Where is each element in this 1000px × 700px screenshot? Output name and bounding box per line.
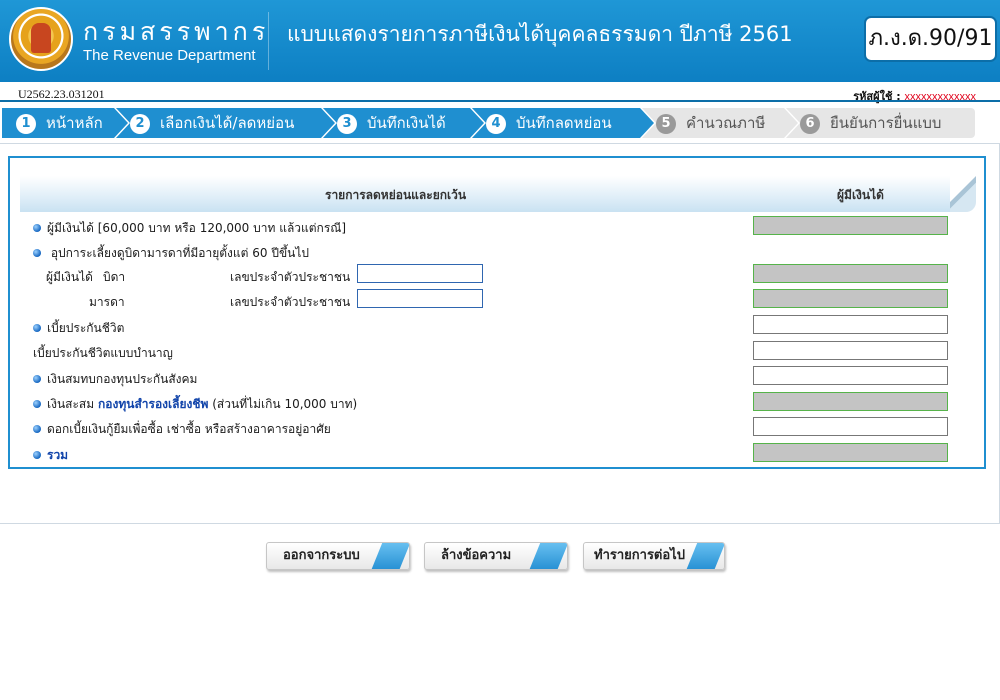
table-header <box>20 176 975 212</box>
bullet-icon <box>33 249 41 257</box>
row-personal-allowance: ผู้มีเงินได้ [60,000 บาท หรือ 120,000 บา… <box>33 219 346 238</box>
step-navigation: 1 หน้าหลัก 2 เลือกเงินได้/ลดหย่อน 3 บันทึกเ… <box>2 107 998 139</box>
row-housing-interest: ดอกเบี้ยเงินกู้ยืมเพื่อซื้อ เช่าซื้อ หรื… <box>33 420 331 439</box>
step-number-6: 6 <box>800 114 820 134</box>
user-id-line: รหัสผู้ใช้ : xxxxxxxxxxxxx <box>853 87 976 105</box>
step-label-4: บันทึกลดหย่อน <box>516 114 612 132</box>
father-support-amount <box>753 264 948 283</box>
bullet-icon <box>33 224 41 232</box>
step-number-5: 5 <box>656 114 676 134</box>
mother-id-input[interactable] <box>357 289 483 308</box>
next-button[interactable]: ทำรายการต่อไป <box>583 542 725 570</box>
form-title: แบบแสดงรายการภาษีเงินได้บุคคลธรรมดา ปีภา… <box>287 22 793 46</box>
header-divider <box>268 12 269 70</box>
step-number-3: 3 <box>337 114 357 134</box>
logout-button-label: ออกจากระบบ <box>283 548 360 563</box>
row-label-housing-interest: ดอกเบี้ยเงินกู้ยืมเพื่อซื้อ เช่าซื้อ หรื… <box>47 422 331 436</box>
social-security-input[interactable] <box>753 366 948 385</box>
total-amount <box>753 443 948 462</box>
row-parent-support: อุปการะเลี้ยงดูบิดามารดาที่มีอายุตั้งแต่… <box>33 244 309 263</box>
row-label-personal: ผู้มีเงินได้ [60,000 บาท หรือ 120,000 บา… <box>47 221 347 235</box>
step-label-3: บันทึกเงินได้ <box>367 114 446 132</box>
header-page-curl <box>950 172 976 212</box>
step-label-2: เลือกเงินได้/ลดหย่อน <box>160 114 295 132</box>
mother-support-amount <box>753 289 948 308</box>
housing-interest-input[interactable] <box>753 417 948 436</box>
step-6-confirm-filing[interactable]: 6 ยืนยันการยื่นแบบ <box>786 108 975 138</box>
payer-prefix-label: ผู้มีเงินได้ <box>46 270 93 284</box>
row-life-insurance: เบี้ยประกันชีวิต <box>33 319 124 338</box>
next-button-label: ทำรายการต่อไป <box>594 548 685 563</box>
form-code-badge: ภ.ง.ด.90/91 <box>864 16 997 62</box>
father-id-label: เลขประจำตัวประชาชน <box>230 270 351 284</box>
row-social-security: เงินสมทบกองทุนประกันสังคม <box>33 370 197 389</box>
clear-button-label: ล้างข้อความ <box>441 548 512 563</box>
provident-fund-amount <box>753 392 948 411</box>
row-label-life-insurance: เบี้ยประกันชีวิต <box>47 321 125 335</box>
step-number-4: 4 <box>486 114 506 134</box>
revenue-department-logo <box>9 7 73 71</box>
step-3-record-income[interactable]: 3 บันทึกเงินได้ <box>323 107 486 139</box>
step-label-6: ยืนยันการยื่นแบบ <box>830 114 942 132</box>
personal-allowance-amount <box>753 216 948 235</box>
step-2-select-income[interactable]: 2 เลือกเงินได้/ลดหย่อน <box>116 107 337 139</box>
bullet-icon <box>33 324 41 332</box>
top-divider <box>0 100 1000 102</box>
brand-name-thai: กรมสรรพากร <box>83 17 270 46</box>
step-1-home[interactable]: 1 หน้าหลัก <box>2 107 130 139</box>
clear-button[interactable]: ล้างข้อความ <box>424 542 568 570</box>
row-label-parents: อุปการะเลี้ยงดูบิดามารดาที่มีอายุตั้งแต่… <box>50 246 310 260</box>
bullet-icon <box>33 375 41 383</box>
step-label-1: หน้าหลัก <box>46 114 103 132</box>
provident-fund-label: กองทุนสำรองเลี้ยงชีพ <box>98 397 209 411</box>
step-number-1: 1 <box>16 114 36 134</box>
pension-insurance-input[interactable] <box>753 341 948 360</box>
header-bar: กรมสรรพากร The Revenue Department แบบแสด… <box>0 0 1000 82</box>
bullet-icon <box>33 451 41 459</box>
logout-button[interactable]: ออกจากระบบ <box>266 542 410 570</box>
step-5-calculate-tax[interactable]: 5 คำนวณภาษี <box>642 107 800 139</box>
bullet-icon <box>33 400 41 408</box>
row-pension-insurance: เบี้ยประกันชีวิตแบบบำนาญ <box>33 346 173 360</box>
row-total: รวม <box>33 446 68 465</box>
step-label-5: คำนวณภาษี <box>686 114 766 132</box>
father-label: บิดา <box>103 270 126 284</box>
step-number-2: 2 <box>130 114 150 134</box>
father-id-input[interactable] <box>357 264 483 283</box>
row-provident-fund: เงินสะสม กองทุนสำรองเลี้ยงชีพ (ส่วนที่ไม… <box>33 395 357 414</box>
bullet-icon <box>33 425 41 433</box>
column-header-items: รายการลดหย่อนและยกเว้น <box>325 188 467 202</box>
provident-suffix: (ส่วนที่ไม่เกิน 10,000 บาท) <box>212 397 358 411</box>
life-insurance-input[interactable] <box>753 315 948 334</box>
mother-label: มารดา <box>89 295 125 309</box>
column-header-payer: ผู้มีเงินได้ <box>837 188 884 202</box>
brand-name-english: The Revenue Department <box>83 47 256 64</box>
step-4-record-deductions[interactable]: 4 บันทึกลดหย่อน <box>472 107 656 139</box>
row-label-social-security: เงินสมทบกองทุนประกันสังคม <box>47 372 198 386</box>
total-label: รวม <box>47 448 69 462</box>
mother-id-label: เลขประจำตัวประชาชน <box>230 295 351 309</box>
provident-prefix: เงินสะสม <box>47 397 95 411</box>
